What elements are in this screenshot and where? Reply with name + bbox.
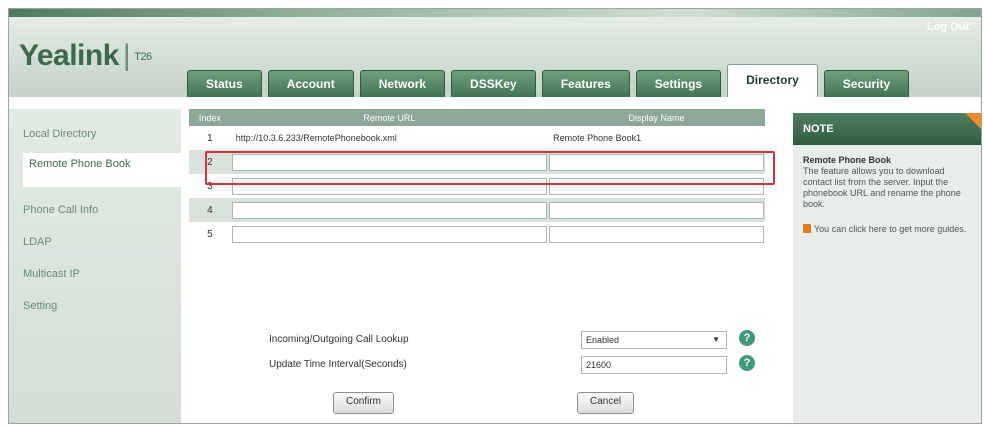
tab-bar: Status Account Network DSSKey Features S… bbox=[187, 64, 910, 97]
note-title: Remote Phone Book bbox=[803, 155, 892, 165]
sidebar-item-ldap[interactable]: LDAP bbox=[9, 231, 181, 253]
remote-url-input[interactable] bbox=[231, 153, 548, 171]
lookup-select[interactable]: Enabled ▼ bbox=[581, 331, 727, 349]
cancel-button[interactable]: Cancel bbox=[577, 392, 635, 414]
sidebar-item-remote-phone-book[interactable]: Remote Phone Book bbox=[23, 153, 181, 187]
remote-url-input[interactable]: http://10.3.6.233/RemotePhonebook.xml bbox=[232, 130, 547, 147]
tab-directory[interactable]: Directory bbox=[727, 64, 818, 97]
header-stripe bbox=[9, 9, 981, 17]
sidebar: Local Directory Remote Phone Book Phone … bbox=[9, 109, 181, 423]
note-body: Remote Phone Book The feature allows you… bbox=[793, 145, 981, 235]
tab-security[interactable]: Security bbox=[823, 70, 910, 97]
note-text: The feature allows you to download conta… bbox=[803, 166, 961, 209]
tab-account[interactable]: Account bbox=[267, 70, 354, 97]
confirm-button[interactable]: Confirm bbox=[333, 392, 395, 414]
sidebar-item-local-directory[interactable]: Local Directory bbox=[9, 123, 181, 145]
table-row: 3 bbox=[189, 174, 765, 198]
lookup-select-value: Enabled bbox=[586, 335, 620, 345]
help-icon[interactable]: ? bbox=[739, 355, 755, 371]
column-header-index: Index bbox=[189, 109, 231, 126]
table-row: 1 http://10.3.6.233/RemotePhonebook.xml … bbox=[189, 126, 765, 150]
lookup-label: Incoming/Outgoing Call Lookup bbox=[269, 334, 409, 345]
interval-input[interactable]: 21600 bbox=[581, 356, 727, 374]
phonebook-table: Index Remote URL Display Name 1 http://1… bbox=[189, 109, 765, 246]
tab-status[interactable]: Status bbox=[187, 70, 262, 97]
remote-url-input[interactable] bbox=[231, 201, 548, 219]
interval-label: Update Time Interval(Seconds) bbox=[269, 359, 407, 370]
display-name-input[interactable]: Remote Phone Book1 bbox=[549, 130, 764, 147]
table-row: 5 bbox=[189, 222, 765, 246]
note-panel: NOTE Remote Phone Book The feature allow… bbox=[793, 113, 981, 423]
column-header-remote-url: Remote URL bbox=[230, 109, 549, 126]
tab-dsskey[interactable]: DSSKey bbox=[451, 70, 536, 97]
logo-model: T26 bbox=[134, 51, 152, 64]
guide-link-text: You can click here to get more guides. bbox=[814, 224, 967, 234]
book-icon bbox=[803, 224, 811, 233]
tab-network[interactable]: Network bbox=[359, 70, 446, 97]
corner-fold-icon bbox=[965, 113, 981, 129]
help-icon[interactable]: ? bbox=[739, 330, 755, 346]
row-index: 1 bbox=[207, 132, 213, 144]
display-name-input[interactable] bbox=[549, 201, 764, 219]
sidebar-item-setting[interactable]: Setting bbox=[9, 295, 181, 317]
table-row: 2 bbox=[189, 150, 765, 174]
row-index: 4 bbox=[189, 198, 231, 222]
logo-text: Yealink bbox=[19, 39, 119, 72]
column-header-display-name: Display Name bbox=[548, 109, 765, 126]
display-name-input[interactable] bbox=[549, 153, 764, 171]
web-ui-frame: Yealink | T26 Log Out Status Account Netwo… bbox=[8, 8, 982, 424]
sidebar-item-multicast-ip[interactable]: Multicast IP bbox=[9, 263, 181, 285]
remote-phonebook-panel: Index Remote URL Display Name 1 http://1… bbox=[189, 109, 775, 423]
table-header-row: Index Remote URL Display Name bbox=[189, 109, 765, 126]
remote-url-input[interactable] bbox=[231, 225, 548, 243]
chevron-down-icon: ▼ bbox=[712, 335, 720, 344]
tab-settings[interactable]: Settings bbox=[635, 70, 722, 97]
row-index: 2 bbox=[189, 150, 231, 174]
display-name-input[interactable] bbox=[549, 225, 764, 243]
table-row: 4 bbox=[189, 198, 765, 222]
note-heading: NOTE bbox=[793, 113, 981, 145]
logout-link[interactable]: Log Out bbox=[927, 21, 969, 33]
remote-url-input[interactable] bbox=[231, 177, 548, 195]
note-heading-text: NOTE bbox=[803, 123, 834, 135]
sidebar-item-phone-call-info[interactable]: Phone Call Info bbox=[9, 199, 181, 221]
guide-link[interactable]: You can click here to get more guides. bbox=[803, 224, 971, 235]
header: Yealink | T26 Log Out Status Account Netwo… bbox=[9, 9, 981, 97]
logo: Yealink | T26 bbox=[19, 39, 152, 73]
row-index: 5 bbox=[207, 228, 213, 240]
tab-features[interactable]: Features bbox=[541, 70, 630, 97]
row-index: 3 bbox=[207, 180, 213, 192]
logo-separator: | bbox=[122, 39, 131, 72]
display-name-input[interactable] bbox=[549, 177, 764, 195]
